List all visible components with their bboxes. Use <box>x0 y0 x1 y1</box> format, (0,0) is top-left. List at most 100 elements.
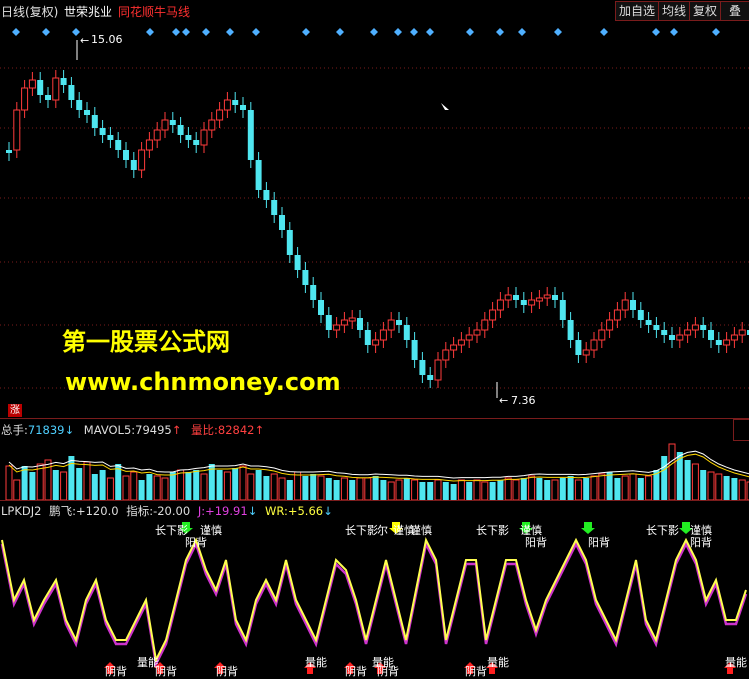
total-value: 71839 <box>27 423 65 437</box>
candle-body-down <box>169 120 176 125</box>
candle-body-up <box>465 334 473 341</box>
candle-body-up <box>13 109 21 151</box>
candle-body-down <box>700 325 707 330</box>
candle-body-up <box>723 339 731 346</box>
high-marker: ← <box>76 34 89 60</box>
volume-bar <box>621 475 629 500</box>
volume-bar <box>325 478 332 500</box>
candle-body-down <box>263 190 270 200</box>
volume-bar <box>442 482 449 500</box>
adjust-button[interactable]: 复权 <box>689 1 721 21</box>
signal-diamond-icon <box>370 28 378 36</box>
volume-bar <box>380 480 387 500</box>
volume-bar <box>364 477 372 500</box>
candle-body-up <box>379 329 387 341</box>
volume-bar <box>419 482 426 500</box>
volume-bar <box>146 474 153 500</box>
candle-body-down <box>45 95 51 100</box>
volume-bar <box>637 478 644 500</box>
zhang-badge: 涨 <box>8 404 22 417</box>
signal-diamond-icon <box>554 28 562 36</box>
volume-bar <box>723 476 730 500</box>
annotation-bottom: 量能 <box>305 655 327 669</box>
candle-body-down <box>68 85 75 100</box>
annotation-bottom: 量能 <box>487 655 509 669</box>
candle-body-up <box>606 319 614 331</box>
wr-line <box>1 536 747 664</box>
volume-bar <box>263 476 270 500</box>
candle-body-up <box>138 149 146 171</box>
moving-average-button[interactable]: 均线 <box>658 1 690 21</box>
volume-bar <box>512 479 520 500</box>
signal-diamond-icon <box>336 28 344 36</box>
peng-label: 鹏飞: <box>49 504 76 518</box>
signal-diamond-icon <box>302 28 310 36</box>
candle-body-down <box>661 330 668 335</box>
candle-body-up <box>153 129 161 141</box>
candle-body-down <box>630 300 636 310</box>
candle-body-down <box>419 360 426 375</box>
total-arrow-icon: ↓ <box>64 423 75 437</box>
signal-diamond-icon <box>466 28 474 36</box>
volume-chart[interactable] <box>0 436 749 500</box>
volume-bar <box>83 461 91 500</box>
annotation-bottom: 量能 <box>725 655 747 669</box>
add-watchlist-button[interactable]: 加自选 <box>615 1 659 21</box>
candle-body-up <box>481 319 489 331</box>
volume-bar <box>411 479 419 500</box>
indicator-name[interactable]: 同花顺牛马线 <box>118 3 190 20</box>
volume-bar <box>247 473 255 500</box>
j-label: J: <box>197 504 206 518</box>
annotation-bottom: 量能 <box>137 655 159 669</box>
volume-bar <box>395 479 403 500</box>
volume-bar <box>5 465 13 500</box>
candle-body-down <box>76 100 83 110</box>
candle-body-down <box>255 160 262 190</box>
candle-body-down <box>130 160 137 170</box>
panel-divider-2 <box>0 500 749 501</box>
candle-body-up <box>582 349 590 356</box>
top-annotations: 长下影 谨慎阳背长下影尔谨慎谨慎 长下影 谨慎阳背 阳背长下影 谨慎阳背 <box>155 523 712 549</box>
candle-body-up <box>613 309 621 321</box>
annotation-top: 阳背 <box>690 535 712 549</box>
candle-body-up <box>457 339 465 346</box>
candle-body-up <box>200 129 208 146</box>
volume-bar <box>629 473 637 500</box>
volume-bar <box>473 479 481 500</box>
candle-body-up <box>216 109 224 121</box>
overlay-button[interactable]: 叠 <box>720 1 749 21</box>
candle-body-down <box>107 135 114 140</box>
period-label[interactable]: 日线(复权) <box>1 3 58 20</box>
stock-name: 世荣兆业 <box>64 5 113 19</box>
signal-diamond-icon <box>252 28 260 36</box>
candle-body-down <box>6 150 12 153</box>
candle-body-up <box>528 299 536 306</box>
volume-bar <box>504 477 512 500</box>
candle-body-up <box>387 319 395 331</box>
volume-bar <box>255 470 262 500</box>
candle-body-down <box>318 300 324 315</box>
signal-diamond-icon <box>496 28 504 36</box>
candle-body-up <box>28 79 36 89</box>
volume-bar <box>450 484 457 500</box>
candle-body-up <box>145 139 153 151</box>
annotation-bottom: 阴背 <box>377 664 399 678</box>
volume-bar <box>138 480 145 500</box>
signal-diamond-icon <box>670 28 678 36</box>
volume-bar <box>239 465 247 500</box>
kdj-name[interactable]: LPKDJ2 <box>1 504 41 518</box>
kdj-chart[interactable]: 长下影 谨慎阳背长下影尔谨慎谨慎 长下影 谨慎阳背 阳背长下影 谨慎阳背 阴背 阴背量能阴背… <box>0 517 749 679</box>
volume-bar <box>91 474 98 500</box>
annotation-bottom: 阴背 <box>216 664 238 678</box>
watermark-title: 第一股票公式网 <box>62 328 230 356</box>
candle-body-up <box>496 299 504 311</box>
annotation-top: 长下影 <box>646 524 679 537</box>
candle-body-down <box>193 140 200 145</box>
candle-body-down <box>123 150 129 160</box>
candlestick-chart[interactable]: ← ← <box>0 20 749 417</box>
volume-bar <box>403 478 410 500</box>
volume-bar <box>356 477 364 500</box>
candle-body-down <box>240 105 246 110</box>
volume-bar <box>185 472 192 500</box>
annotation-top: 长下影 <box>476 524 509 537</box>
